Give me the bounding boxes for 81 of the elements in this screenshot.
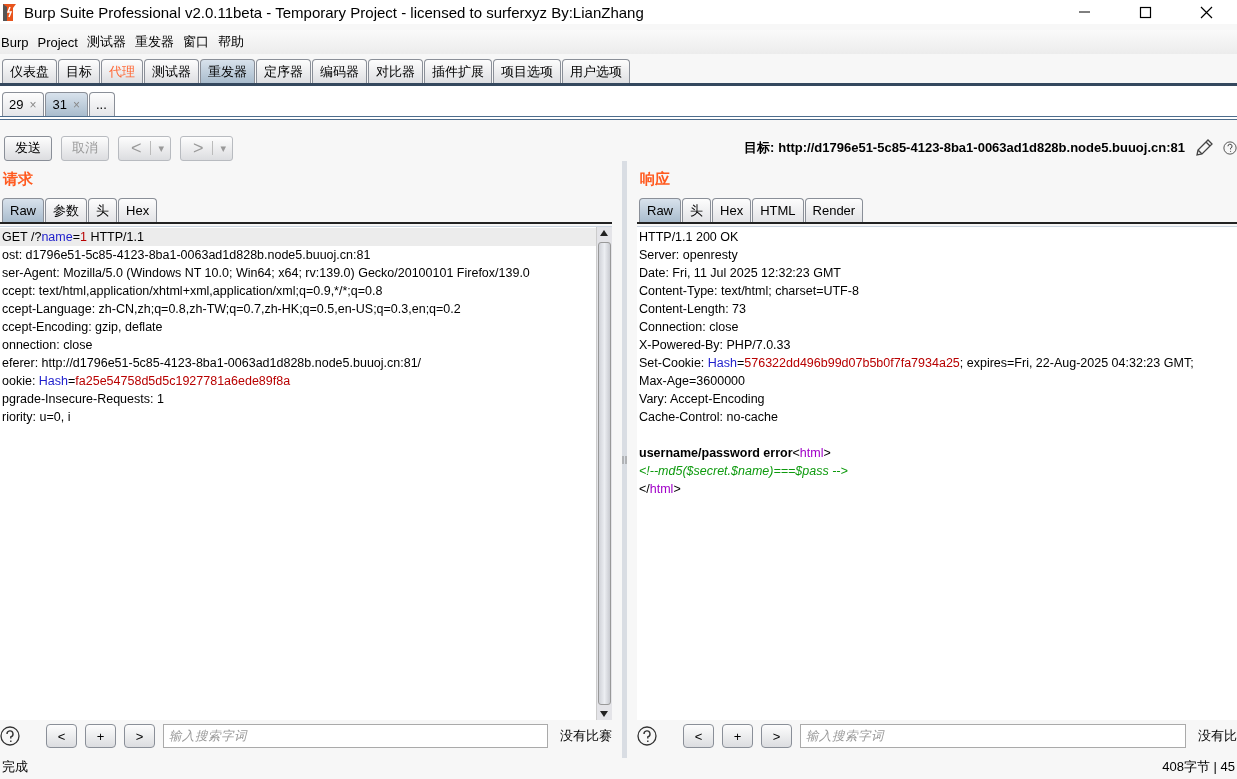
- splitter-handle-icon[interactable]: [622, 454, 627, 465]
- view-tab[interactable]: HTML: [752, 198, 804, 222]
- pane-title: 请求: [3, 170, 34, 189]
- scrollbar[interactable]: [596, 227, 612, 720]
- main-tab[interactable]: 定序器: [256, 59, 311, 83]
- next-match-button[interactable]: >: [124, 724, 155, 748]
- search-field[interactable]: 输入搜索字词: [800, 724, 1186, 748]
- code-line: X-Powered-By: PHP/7.0.33: [638, 337, 792, 354]
- main-tab[interactable]: 重发器: [200, 59, 255, 83]
- main-tab[interactable]: 仪表盘: [2, 59, 57, 83]
- response-size-text: 408字节 | 45: [1162, 758, 1235, 775]
- status-text: 完成: [2, 758, 28, 775]
- previous-match-button[interactable]: <: [683, 724, 714, 748]
- code-line: Vary: Accept-Encoding: [638, 391, 766, 408]
- code-line: Set-Cookie: Hash=576322dd496b99d07b5b0f7fa7934a25; expires=Fri, 22-Aug-2025 04:32:23 GMT;: [638, 355, 1195, 372]
- code-line: </html>: [638, 481, 682, 498]
- code-line: ccept: text/html,application/xhtml+xml,application/xml;q=0.9,*/*;q=0.8: [1, 283, 384, 300]
- code-line: pgrade-Insecure-Requests: 1: [1, 391, 165, 408]
- menu-item[interactable]: Project: [37, 34, 78, 50]
- message-editor[interactable]: [0, 226, 612, 720]
- toolbar-button[interactable]: 发送: [4, 135, 52, 161]
- add-button[interactable]: +: [85, 724, 116, 748]
- code-line: Content-Type: text/html; charset=UTF-8: [638, 283, 860, 300]
- main-tab[interactable]: 插件扩展: [424, 59, 492, 83]
- search-field[interactable]: 输入搜索字词: [163, 724, 548, 748]
- window-title: Burp Suite Professional v2.0.11beta - Temporary Project - licensed to surferxyz By:LianZhang: [24, 3, 645, 21]
- view-tab[interactable]: Render: [804, 198, 864, 222]
- help-icon[interactable]: [637, 726, 657, 746]
- main-tab[interactable]: 用户选项: [562, 59, 630, 83]
- code-line: onnection: close: [1, 337, 94, 354]
- view-tab[interactable]: 头: [88, 198, 117, 222]
- code-line: Server: openresty: [638, 247, 739, 264]
- code-line: ccept-Language: zh-CN,zh;q=0.8,zh-TW;q=0.7,zh-HK;q=0.5,en-US;q=0.3,en;q=0.2: [1, 301, 462, 318]
- view-tab[interactable]: Raw: [2, 198, 44, 222]
- tab-label[interactable]: ...: [95, 97, 107, 112]
- view-tab[interactable]: Hex: [712, 198, 752, 222]
- menu-item[interactable]: 重发器: [134, 33, 174, 51]
- message-editor[interactable]: [637, 226, 1237, 720]
- menu-item[interactable]: 测试器: [86, 33, 126, 51]
- maximize-icon[interactable]: [1139, 5, 1152, 19]
- main-tab[interactable]: 测试器: [144, 59, 199, 83]
- code-line: ookie: Hash=fa25e54758d5d5c1927781a6ede89f8a: [1, 373, 292, 390]
- add-button[interactable]: +: [722, 724, 753, 748]
- code-line: HTTP/1.1 200 OK: [638, 229, 740, 246]
- request-tab[interactable]: ...: [88, 92, 115, 116]
- pane-title: 响应: [640, 170, 671, 189]
- code-line: username/password error<html>: [638, 445, 832, 462]
- main-tab[interactable]: 编码器: [312, 59, 367, 83]
- menu-item[interactable]: 窗口: [182, 33, 209, 51]
- code-line: Content-Length: 73: [638, 301, 748, 318]
- main-tab[interactable]: 目标: [58, 59, 100, 83]
- match-count: 没有比: [1198, 727, 1237, 745]
- tab-label[interactable]: 31: [52, 97, 67, 112]
- code-line: Connection: close: [638, 319, 740, 336]
- code-line: Date: Fri, 11 Jul 2025 12:32:23 GMT: [638, 265, 842, 282]
- code-line: eferer: http://d1796e51-5c85-4123-8ba1-0063ad1d828b.node5.buuoj.cn:81/: [1, 355, 423, 372]
- view-tab[interactable]: 参数: [45, 198, 87, 222]
- help-icon[interactable]: [0, 726, 20, 746]
- request-tab[interactable]: 31 ×: [45, 92, 88, 116]
- view-tab[interactable]: Hex: [118, 198, 158, 222]
- main-tab[interactable]: 项目选项: [493, 59, 561, 83]
- view-tab[interactable]: Raw: [639, 198, 681, 222]
- code-line: Cache-Control: no-cache: [638, 409, 779, 426]
- next-match-button[interactable]: >: [761, 724, 792, 748]
- target-label: 目标: http://d1796e51-5c85-4123-8ba1-0063ad1d828b.node5.buuoj.cn:81: [743, 139, 1185, 157]
- code-line: Max-Age=3600000: [638, 373, 746, 390]
- code-line: ser-Agent: Mozilla/5.0 (Windows NT 10.0; Win64; x64; rv:139.0) Gecko/20100101 Firefox/139.0: [1, 265, 531, 282]
- code-line: <!--md5($secret.$name)===$pass -->: [638, 463, 849, 480]
- view-tab[interactable]: 头: [682, 198, 711, 222]
- menu-item[interactable]: 帮助: [217, 33, 244, 51]
- main-tab[interactable]: 对比器: [368, 59, 423, 83]
- menu-item[interactable]: Burp: [1, 34, 29, 50]
- code-line: ccept-Encoding: gzip, deflate: [1, 319, 164, 336]
- match-count: 没有比赛: [560, 727, 612, 745]
- tab-label[interactable]: 29: [9, 97, 24, 112]
- close-icon[interactable]: [1200, 5, 1213, 19]
- pencil-icon[interactable]: [1194, 138, 1214, 158]
- request-tab[interactable]: 29 ×: [2, 92, 45, 116]
- previous-match-button[interactable]: <: [46, 724, 77, 748]
- code-line: riority: u=0, i: [1, 409, 72, 426]
- code-line: ost: d1796e51-5c85-4123-8ba1-0063ad1d828b.node5.buuoj.cn:81: [1, 247, 372, 264]
